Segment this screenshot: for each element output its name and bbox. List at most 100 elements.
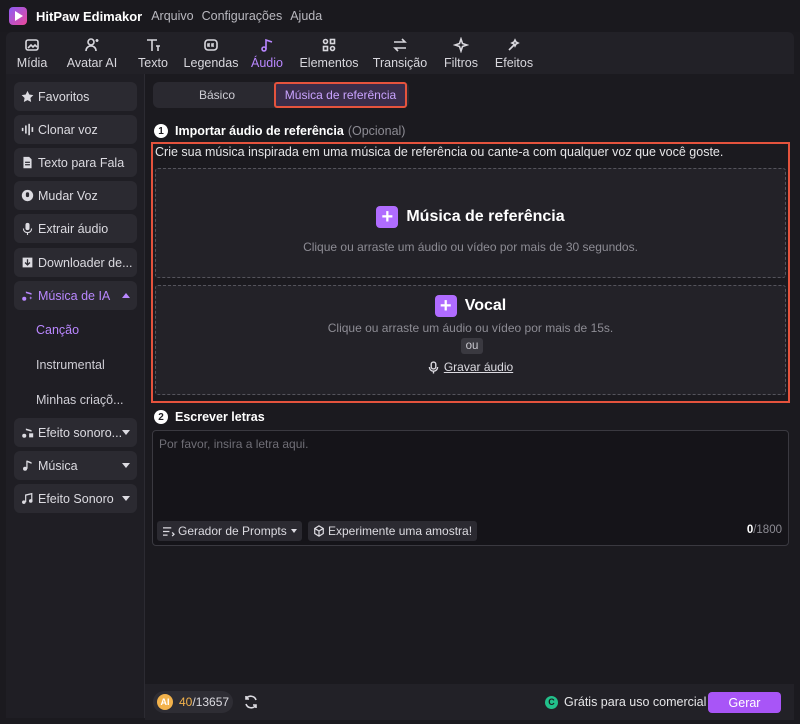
- waveform-icon: [20, 123, 34, 136]
- credits-total: /13657: [192, 695, 230, 709]
- effects-icon: [506, 36, 522, 54]
- prompt-list-icon: [163, 526, 175, 537]
- upload-description: Crie sua música inspirada em uma música …: [155, 145, 724, 159]
- vocal-hint: Clique ou arraste um áudio ou vídeo por …: [327, 321, 614, 335]
- sidebar-item-clonar-voz[interactable]: Clonar voz: [14, 115, 137, 144]
- refresh-icon[interactable]: [243, 694, 259, 713]
- tab-legendas[interactable]: Legendas: [184, 32, 238, 74]
- tab-elementos[interactable]: Elementos: [299, 32, 359, 74]
- step2-heading: 2 Escrever letras: [154, 410, 265, 424]
- step1-title: Importar áudio de referência: [175, 124, 344, 138]
- sidebar-item-downloader[interactable]: Downloader de...: [14, 248, 137, 277]
- char-counter: 0/1800: [747, 524, 782, 536]
- lyrics-placeholder: Por favor, insira a letra aqui.: [159, 437, 309, 451]
- sidebar-item-label: Música de IA: [38, 288, 111, 303]
- music-notes-icon: [20, 492, 34, 505]
- ai-music-icon: [20, 289, 34, 302]
- chevron-down-icon: [122, 463, 130, 468]
- sidebar-item-label: Efeito Sonoro: [38, 491, 114, 506]
- char-max: /1800: [753, 524, 782, 536]
- or-divider: ou: [461, 338, 483, 354]
- star-icon: [20, 90, 34, 103]
- tab-label: Avatar AI: [66, 56, 118, 70]
- sidebar-item-label: Efeito sonoro...: [38, 425, 123, 440]
- record-audio-link[interactable]: Gravar áudio: [156, 360, 785, 374]
- menu-ajuda[interactable]: Ajuda: [290, 9, 322, 23]
- sidebar-item-label: Clonar voz: [38, 122, 98, 137]
- sidebar-subitem-instrumental[interactable]: Instrumental: [36, 358, 105, 372]
- tab-transicao[interactable]: Transição: [372, 32, 428, 74]
- sidebar-item-efeito-sonoro-ia[interactable]: Efeito sonoro...: [14, 418, 137, 447]
- menu-arquivo[interactable]: Arquivo: [151, 9, 193, 23]
- sidebar-subitem-minhas-criacoes[interactable]: Minhas criaçõ...: [36, 393, 124, 407]
- download-icon: [20, 256, 34, 269]
- reference-upload-section: Crie sua música inspirada em uma música …: [151, 142, 790, 403]
- filters-icon: [453, 36, 469, 54]
- sidebar-subitem-cancao[interactable]: Canção: [36, 323, 79, 337]
- sidebar-item-musica[interactable]: Música: [14, 451, 137, 480]
- reference-title: Música de referência: [406, 208, 565, 225]
- vocal-dropzone[interactable]: + Vocal Clique ou arraste um áudio ou ví…: [155, 285, 786, 395]
- sidebar-item-extrair-audio[interactable]: Extrair áudio: [14, 214, 137, 243]
- sidebar-item-texto-para-fala[interactable]: Texto para Fala: [14, 148, 137, 177]
- plus-icon: +: [376, 206, 399, 228]
- bottom-bar: AI 40 /13657 C Grátis para uso comercial…: [145, 684, 794, 720]
- free-commercial-text: Grátis para uso comercial: [564, 695, 707, 709]
- tab-musica-de-referencia[interactable]: Música de referência: [274, 82, 407, 108]
- sidebar-item-musica-de-ia[interactable]: Música de IA: [14, 281, 137, 310]
- document-icon: [20, 156, 34, 169]
- sidebar-item-mudar-voz[interactable]: Mudar Voz: [14, 181, 137, 210]
- reference-hint: Clique ou arraste um áudio ou vídeo por …: [303, 240, 638, 254]
- app-logo-icon: [9, 7, 27, 25]
- tab-midia[interactable]: Mídia: [16, 32, 48, 74]
- sidebar-item-favoritos[interactable]: Favoritos: [14, 82, 137, 111]
- sidebar-item-label: Mudar Voz: [38, 188, 98, 203]
- captions-icon: [203, 36, 219, 54]
- dropzone-title: + Música de referência: [156, 206, 785, 228]
- elements-icon: [321, 36, 337, 54]
- tab-texto[interactable]: Texto: [136, 32, 170, 74]
- main-toolbar: Mídia Avatar AI Texto Legendas Áudio Ele…: [6, 32, 794, 74]
- sidebar-item-label: Extrair áudio: [38, 221, 109, 236]
- tab-label: Transição: [372, 56, 428, 70]
- microphone-icon: [20, 222, 34, 235]
- credits-badge: AI 40 /13657: [153, 691, 233, 713]
- tab-audio[interactable]: Áudio: [250, 32, 284, 74]
- audio-icon: [259, 36, 275, 54]
- menu-configuracoes[interactable]: Configurações: [202, 9, 283, 23]
- generate-button[interactable]: Gerar: [708, 692, 781, 713]
- step1-heading: 1 Importar áudio de referência (Opcional…: [154, 124, 405, 138]
- text-icon: [145, 36, 161, 54]
- try-sample-button[interactable]: Experimente uma amostra!: [308, 521, 478, 541]
- prompt-generator-dropdown[interactable]: Gerador de Prompts: [157, 521, 302, 541]
- sidebar-item-label: Downloader de...: [38, 255, 133, 270]
- lyrics-input[interactable]: Por favor, insira a letra aqui. Gerador …: [152, 430, 789, 546]
- chevron-up-icon: [122, 293, 130, 298]
- app-name: HitPaw Edimakor: [36, 8, 143, 24]
- tab-avatar-ai[interactable]: Avatar AI: [64, 32, 120, 74]
- tab-label: Mídia: [16, 56, 48, 70]
- step-number-badge: 1: [154, 124, 168, 138]
- tab-label: Efeitos: [494, 56, 534, 70]
- credits-used: 40: [179, 695, 193, 709]
- sound-effect-icon: [20, 426, 34, 439]
- step2-title: Escrever letras: [175, 410, 265, 424]
- tab-label: Elementos: [299, 56, 359, 70]
- avatar-icon: [84, 36, 100, 54]
- tab-filtros[interactable]: Filtros: [442, 32, 480, 74]
- prompt-generator-label: Gerador de Prompts: [178, 524, 287, 538]
- step-number-badge: 2: [154, 410, 168, 424]
- microphone-icon: [428, 360, 439, 373]
- sidebar: Favoritos Clonar voz Texto para Fala Mud…: [6, 74, 145, 718]
- dropzone-title: + Vocal: [156, 295, 785, 317]
- chevron-down-icon: [122, 496, 130, 501]
- reference-music-dropzone[interactable]: + Música de referência Clique ou arraste…: [155, 168, 786, 278]
- tab-efeitos[interactable]: Efeitos: [494, 32, 534, 74]
- sidebar-item-label: Texto para Fala: [38, 155, 125, 170]
- music-note-icon: [20, 459, 34, 472]
- tab-label: Texto: [138, 56, 168, 70]
- tab-label: Legendas: [183, 56, 239, 70]
- main-panel: Básico Música de referência 1 Importar á…: [145, 74, 794, 684]
- sidebar-item-efeito-sonoro[interactable]: Efeito Sonoro: [14, 484, 137, 513]
- tab-basico[interactable]: Básico: [153, 82, 281, 108]
